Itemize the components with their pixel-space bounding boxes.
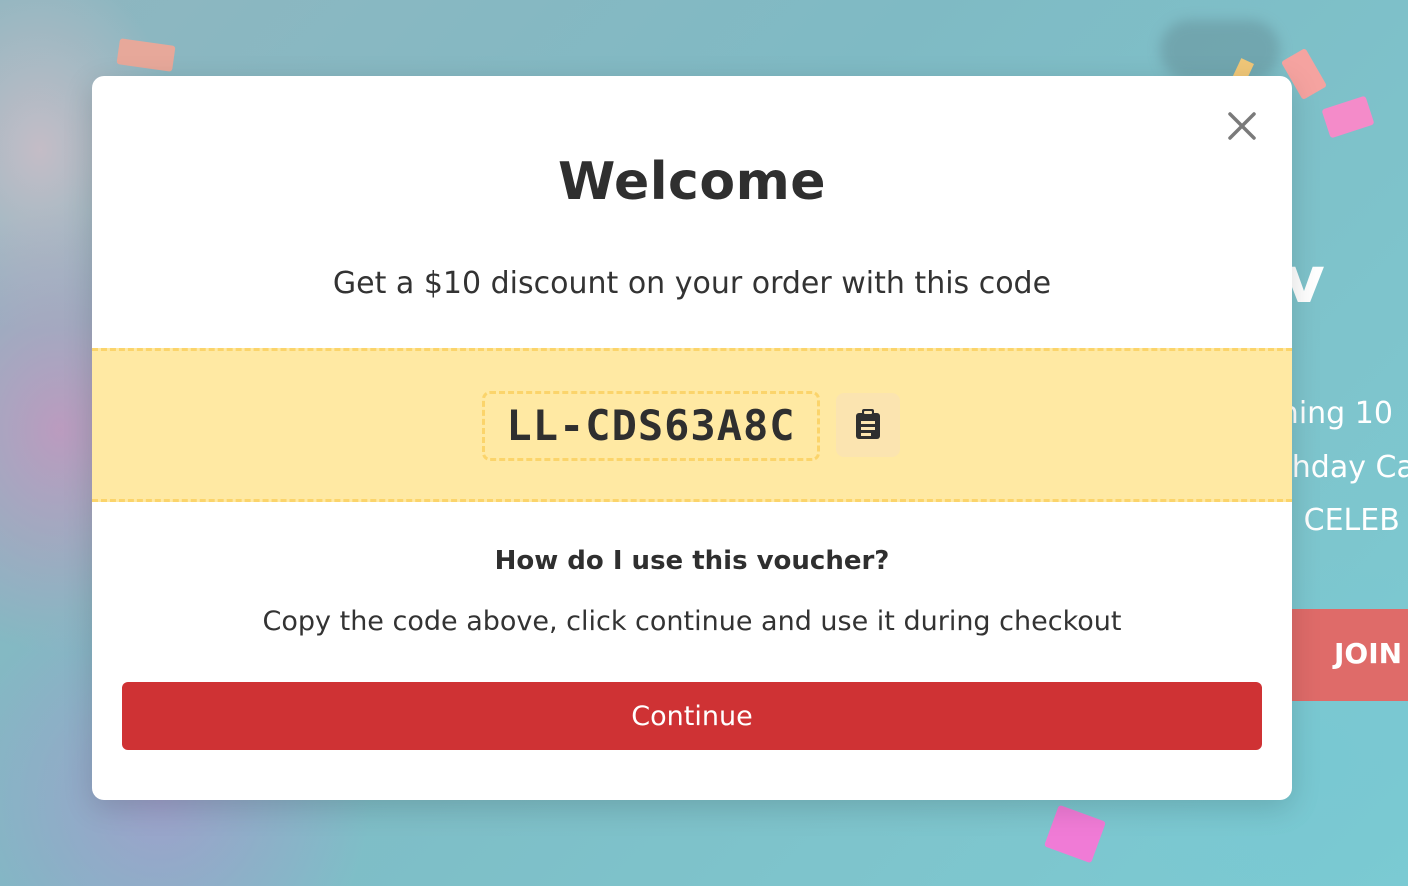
discount-description: Get a $10 discount on your order with th… bbox=[332, 266, 1052, 301]
copy-code-button[interactable] bbox=[836, 393, 900, 457]
voucher-help-heading: How do I use this voucher? bbox=[494, 546, 890, 576]
confetti-piece bbox=[1043, 804, 1107, 864]
clipboard-icon bbox=[854, 408, 882, 443]
background-text-line-2: thday Ca bbox=[1280, 450, 1408, 485]
voucher-code-band: LL-CDS63A8C bbox=[92, 348, 1292, 502]
close-button[interactable] bbox=[1222, 106, 1262, 146]
continue-button[interactable]: Continue bbox=[122, 682, 1262, 750]
confetti-piece bbox=[116, 38, 176, 72]
close-icon bbox=[1222, 106, 1262, 146]
background-join-label: JOIN bbox=[1334, 637, 1403, 670]
voucher-code[interactable]: LL-CDS63A8C bbox=[482, 391, 820, 461]
modal-title: Welcome bbox=[557, 152, 827, 212]
voucher-help-text: Copy the code above, click continue and … bbox=[262, 606, 1122, 637]
background-text-line-3: : CELEB bbox=[1284, 503, 1400, 538]
welcome-voucher-modal: Welcome Get a $10 discount on your order… bbox=[92, 76, 1292, 800]
